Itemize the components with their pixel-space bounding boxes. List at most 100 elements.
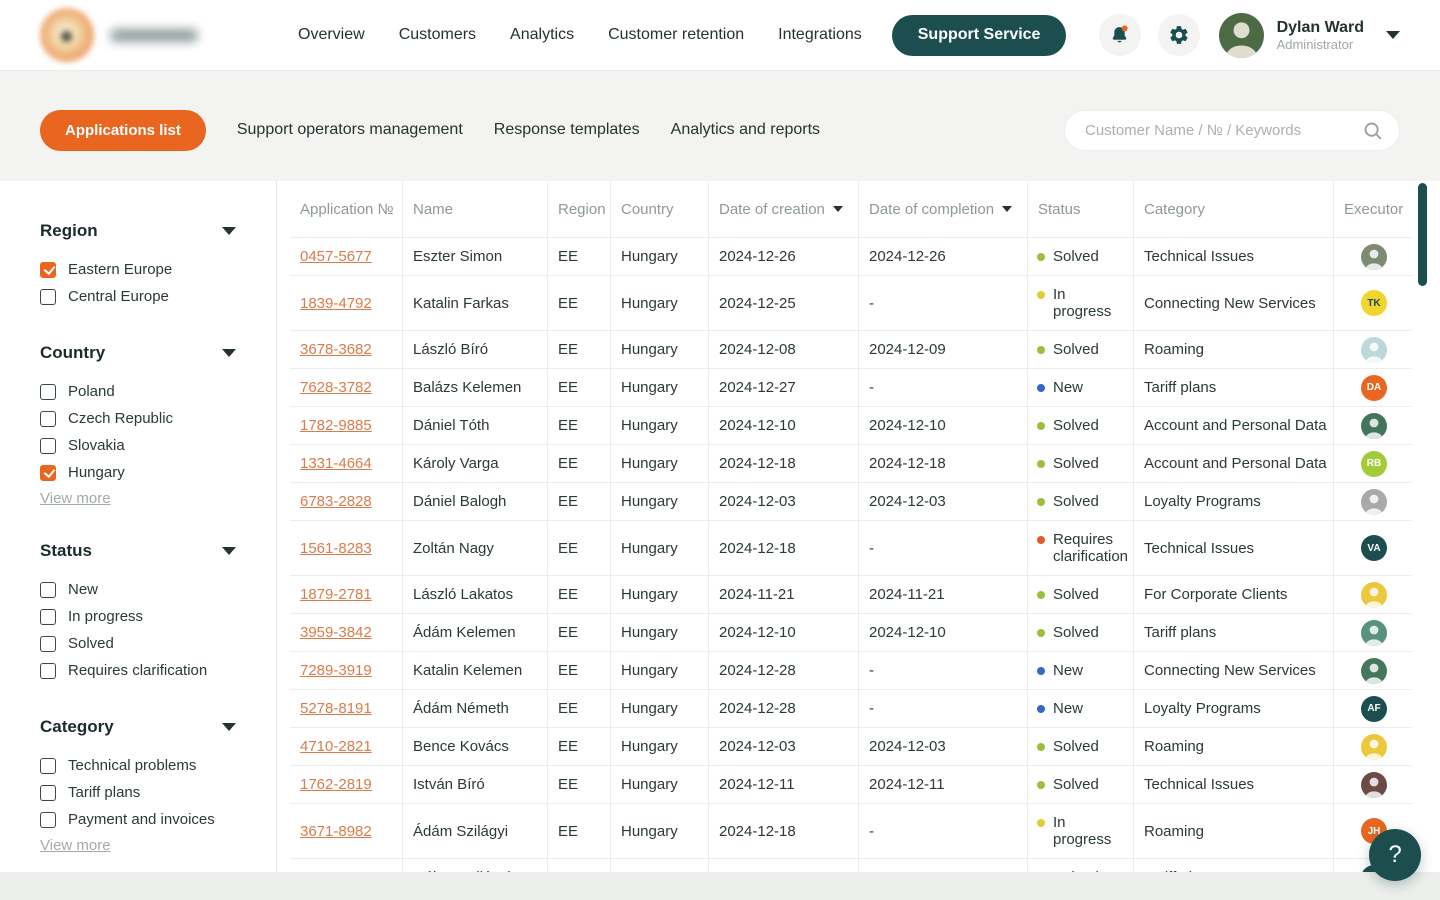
nav-item-analytics[interactable]: Analytics (510, 26, 574, 44)
search-input[interactable] (1085, 122, 1362, 139)
cell-text: Hungary (621, 586, 678, 603)
filter-section-toggle[interactable]: Country (40, 344, 236, 362)
filter-option-tariff-plans[interactable]: Tariff plans (40, 779, 276, 806)
executor-avatar-photo[interactable] (1361, 337, 1387, 363)
application-link[interactable]: 1782-9885 (300, 417, 372, 434)
notifications-button[interactable] (1099, 14, 1141, 56)
application-link[interactable]: 1561-8283 (300, 540, 372, 557)
executor-avatar[interactable]: VA (1361, 535, 1387, 561)
checkbox-unchecked[interactable] (40, 663, 56, 679)
application-link[interactable]: 3678-3682 (300, 341, 372, 358)
cell-text: Ádám Kelemen (413, 624, 516, 641)
tab-support-operators-management[interactable]: Support operators management (237, 121, 463, 139)
cell-application-no: 1879-2781 (290, 576, 403, 613)
checkbox-unchecked[interactable] (40, 609, 56, 625)
checkbox-unchecked[interactable] (40, 438, 56, 454)
cell-country: Hungary (611, 238, 709, 275)
column-header-date-of-creation[interactable]: Date of creation (709, 181, 859, 237)
application-link[interactable]: 4710-2821 (300, 738, 372, 755)
search-icon[interactable] (1362, 120, 1383, 141)
filter-section-toggle[interactable]: Region (40, 222, 236, 240)
cell-status: Solved (1028, 614, 1134, 651)
status-dot-icon (1037, 536, 1045, 544)
sort-down-icon[interactable] (833, 206, 843, 212)
nav-item-integrations[interactable]: Integrations (778, 26, 862, 44)
executor-avatar-photo[interactable] (1361, 413, 1387, 439)
view-more-link[interactable]: View more (40, 490, 111, 507)
cell-executor (1334, 728, 1412, 765)
checkbox-checked[interactable] (40, 262, 56, 278)
checkbox-unchecked[interactable] (40, 582, 56, 598)
user-avatar[interactable] (1219, 13, 1264, 58)
nav-item-overview[interactable]: Overview (298, 26, 365, 44)
application-link[interactable]: 7289-3919 (300, 662, 372, 679)
executor-avatar[interactable]: RB (1361, 451, 1387, 477)
filter-option-solved[interactable]: Solved (40, 630, 276, 657)
executor-avatar-photo[interactable] (1361, 658, 1387, 684)
search-box[interactable] (1064, 110, 1400, 151)
application-link[interactable]: 1762-2819 (300, 776, 372, 793)
section-tabs: Applications list Support operators manag… (40, 110, 851, 151)
filter-option-eastern-europe[interactable]: Eastern Europe (40, 256, 276, 283)
checkbox-unchecked[interactable] (40, 289, 56, 305)
nav-item-customer-retention[interactable]: Customer retention (608, 26, 744, 44)
column-header-date-of-completion[interactable]: Date of completion (859, 181, 1028, 237)
view-more-link[interactable]: View more (40, 837, 111, 854)
executor-avatar-photo[interactable] (1361, 582, 1387, 608)
executor-avatar-photo[interactable] (1361, 244, 1387, 270)
filter-option-in-progress[interactable]: In progress (40, 603, 276, 630)
filter-option-czech-republic[interactable]: Czech Republic (40, 405, 276, 432)
filter-option-requires-clarification[interactable]: Requires clarification (40, 657, 276, 684)
application-link[interactable]: 1879-2781 (300, 586, 372, 603)
tab-applications-list[interactable]: Applications list (40, 110, 206, 151)
application-link[interactable]: 1839-4792 (300, 295, 372, 312)
cell-text: EE (558, 738, 578, 755)
application-link[interactable]: 6783-2828 (300, 493, 372, 510)
executor-avatar-photo[interactable] (1361, 772, 1387, 798)
checkbox-unchecked[interactable] (40, 384, 56, 400)
cell-text: Katalin Kelemen (413, 662, 522, 679)
filter-option-payment-and-invoices[interactable]: Payment and invoices (40, 806, 276, 833)
application-link[interactable]: 1331-4664 (300, 455, 372, 472)
checkbox-unchecked[interactable] (40, 812, 56, 828)
filter-section-toggle[interactable]: Status (40, 542, 236, 560)
filter-option-poland[interactable]: Poland (40, 378, 276, 405)
user-menu-chevron-icon[interactable] (1386, 31, 1400, 39)
executor-avatar[interactable]: TK (1361, 290, 1387, 316)
checkbox-unchecked[interactable] (40, 411, 56, 427)
help-button[interactable]: ? (1369, 829, 1421, 881)
settings-button[interactable] (1158, 14, 1200, 56)
application-link[interactable]: 3959-3842 (300, 624, 372, 641)
filter-option-hungary[interactable]: Hungary (40, 459, 276, 486)
executor-avatar[interactable]: DA (1361, 375, 1387, 401)
status-label: Solved (1053, 776, 1099, 793)
checkbox-unchecked[interactable] (40, 636, 56, 652)
table-scrollbar-thumb[interactable] (1418, 183, 1427, 286)
tab-analytics-and-reports[interactable]: Analytics and reports (671, 121, 820, 139)
filter-option-technical-problems[interactable]: Technical problems (40, 752, 276, 779)
sort-down-icon[interactable] (1002, 206, 1012, 212)
nav-item-customers[interactable]: Customers (399, 26, 476, 44)
application-link[interactable]: 5278-8191 (300, 700, 372, 717)
executor-avatar-photo[interactable] (1361, 620, 1387, 646)
user-meta: Dylan Ward Administrator (1277, 18, 1364, 53)
support-service-button[interactable]: Support Service (892, 15, 1067, 56)
application-link[interactable]: 3671-8982 (300, 823, 372, 840)
filter-section-toggle[interactable]: Category (40, 718, 236, 736)
filter-option-slovakia[interactable]: Slovakia (40, 432, 276, 459)
executor-avatar-photo[interactable] (1361, 734, 1387, 760)
cell-name: Balázs Kelemen (403, 369, 548, 406)
filter-option-new[interactable]: New (40, 576, 276, 603)
checkbox-unchecked[interactable] (40, 785, 56, 801)
cell-text: Dániel Balogh (413, 493, 506, 510)
executor-avatar-photo[interactable] (1361, 489, 1387, 515)
application-link[interactable]: 7628-3782 (300, 379, 372, 396)
checkbox-checked[interactable] (40, 465, 56, 481)
application-link[interactable]: 8908-2781 (300, 869, 372, 872)
filter-option-central-europe[interactable]: Central Europe (40, 283, 276, 310)
executor-avatar[interactable]: AF (1361, 696, 1387, 722)
application-link[interactable]: 0457-5677 (300, 248, 372, 265)
checkbox-unchecked[interactable] (40, 758, 56, 774)
tab-response-templates[interactable]: Response templates (494, 121, 640, 139)
cell-region: EE (548, 614, 611, 651)
